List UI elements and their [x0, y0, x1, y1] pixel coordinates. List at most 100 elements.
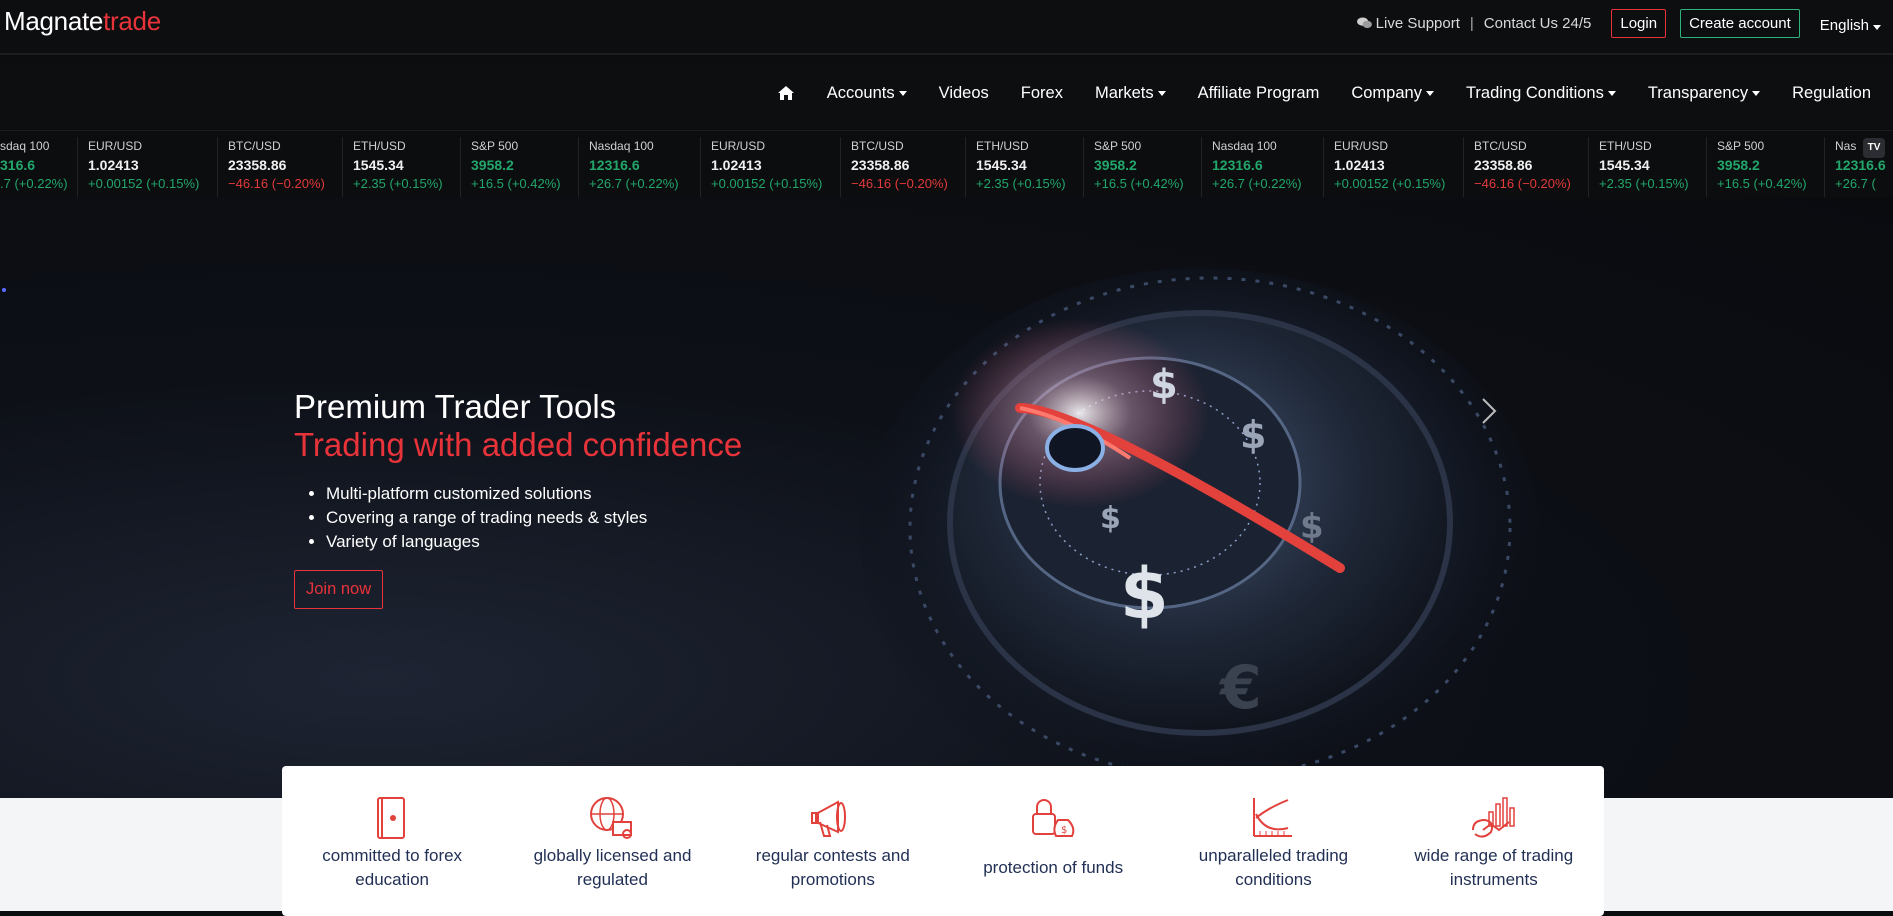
main-nav: Accounts Videos Forex Markets Affiliate Prog…: [777, 57, 1871, 129]
ticker-item[interactable]: BTC/USD 23358.86 −46.16 (−0.20%): [841, 137, 966, 197]
nav-item-videos[interactable]: Videos: [939, 84, 989, 103]
ticker-item[interactable]: S&P 500 3958.2 +16.5 (+0.42%): [1084, 137, 1202, 197]
create-account-button[interactable]: Create account: [1680, 9, 1800, 38]
nav-item-regulation[interactable]: Regulation: [1792, 84, 1871, 103]
ticker-price: 1545.34: [976, 157, 1027, 173]
megaphone-icon: [810, 800, 846, 837]
ticker-item[interactable]: BTC/USD 23358.86 −46.16 (−0.20%): [1464, 137, 1589, 197]
nav-item-accounts[interactable]: Accounts: [827, 84, 907, 103]
language-selector[interactable]: English: [1820, 17, 1881, 34]
nav-item-label: Affiliate Program: [1197, 83, 1320, 102]
hero-bullet-item: Covering a range of trading needs & styl…: [326, 506, 647, 530]
market-ticker: Nas 12316.6 +26.7 (S&P 500 3958.2 +16.5 (+0.…: [0, 130, 1893, 198]
feature-label-line1: unparalleled trading: [1198, 846, 1349, 865]
ticker-price: 12316.6: [1835, 157, 1886, 173]
ticker-change: +26.7 (: [1835, 176, 1876, 191]
nav-item-affiliate-program[interactable]: Affiliate Program: [1198, 84, 1320, 103]
chevron-down-icon: [1607, 90, 1616, 96]
feature-item[interactable]: unparalleled trading conditions: [1173, 794, 1373, 916]
ticker-symbol: ETH/USD: [353, 139, 406, 153]
tradingview-logo-icon[interactable]: TV: [1863, 138, 1885, 158]
nav-item-forex[interactable]: Forex: [1021, 84, 1063, 103]
ticker-change: .7 (+0.22%): [0, 176, 68, 191]
feature-item[interactable]: globally licensed and regulated: [512, 794, 712, 916]
ticker-price: 1545.34: [353, 157, 404, 173]
ticker-symbol: S&P 500: [1717, 139, 1765, 153]
nav-item-label: Company: [1351, 83, 1422, 102]
ticker-item[interactable]: S&P 500 3958.2 +16.5 (+0.42%): [1707, 137, 1825, 197]
top-right-links: Live Support | Contact Us 24/5 Login Cre…: [1356, 9, 1881, 38]
nav-item-label: Transparency: [1647, 83, 1749, 102]
ticker-symbol: S&P 500: [471, 139, 519, 153]
ticker-change: +0.00152 (+0.15%): [88, 176, 200, 191]
svg-text:$: $: [1120, 553, 1169, 635]
main-navbar: Accounts Videos Forex Markets Affiliate Prog…: [0, 57, 1893, 129]
feature-label-line2: regulated: [577, 870, 648, 889]
ticker-item[interactable]: sdaq 100 316.6 .7 (+0.22%): [0, 137, 78, 197]
feature-item[interactable]: regular contests and promotions: [733, 794, 933, 916]
nav-item-company[interactable]: Company: [1351, 84, 1434, 103]
chevron-down-icon: [1157, 90, 1166, 96]
live-support-link[interactable]: Live Support: [1356, 15, 1460, 32]
join-now-button[interactable]: Join now: [294, 570, 384, 609]
ticker-item[interactable]: ETH/USD 1545.34 +2.35 (+0.15%): [343, 137, 461, 197]
chart-growth-icon: [1253, 798, 1293, 837]
ticker-item[interactable]: Nasdaq 100 12316.6 +26.7 (+0.22%): [579, 137, 701, 197]
hero-title: Premium Trader Tools: [294, 388, 617, 425]
ticker-item[interactable]: ETH/USD 1545.34 +2.35 (+0.15%): [966, 137, 1084, 197]
hero-subtitle: Trading with added confidence: [294, 426, 743, 463]
feature-label-line1: committed to forex: [322, 846, 463, 865]
chevron-down-icon: [1425, 90, 1434, 96]
nav-item-label: Forex: [1020, 83, 1063, 102]
ticker-item[interactable]: S&P 500 3958.2 +16.5 (+0.42%): [461, 137, 579, 197]
nav-item-transparency[interactable]: Transparency: [1647, 83, 1761, 103]
feature-label-line2: instruments: [1449, 870, 1538, 889]
ticker-item[interactable]: Nasdaq 100 12316.6 +26.7 (+0.22%): [1202, 137, 1324, 197]
nav-item-label: Accounts: [826, 83, 895, 102]
nav-item-trading-conditions[interactable]: Trading Conditions: [1466, 84, 1616, 103]
ticker-symbol: EUR/USD: [88, 139, 143, 153]
svg-text:€: €: [1218, 653, 1262, 723]
ticker-item[interactable]: EUR/USD 1.02413 +0.00152 (+0.15%): [78, 137, 218, 197]
hero-bullet-item: Multi-platform customized solutions: [326, 482, 647, 506]
features-strip: committed to forex education globally lice…: [282, 766, 1604, 916]
ticker-symbol: S&P 500: [1094, 139, 1142, 153]
ticker-price: 3958.2: [1094, 157, 1137, 173]
nav-item-markets[interactable]: Markets: [1095, 84, 1166, 103]
ticker-symbol: Nasdaq 100: [589, 139, 654, 153]
feature-item[interactable]: committed to forex education: [292, 794, 492, 916]
svg-text:$: $: [1061, 825, 1067, 836]
ticker-symbol: Nasdaq 100: [1212, 139, 1277, 153]
ticker-symbol: sdaq 100: [0, 139, 50, 153]
carousel-next-arrow-icon[interactable]: [1480, 396, 1498, 426]
ticker-item[interactable]: ETH/USD 1545.34 +2.35 (+0.15%): [1589, 137, 1707, 197]
globe-certificate-icon: [590, 797, 633, 839]
speedometer-graphic: $ € $ $ $ $: [860, 268, 1540, 798]
chevron-down-icon: [1873, 25, 1881, 30]
nav-home[interactable]: [777, 85, 795, 101]
book-icon: [377, 797, 406, 839]
ticker-symbol: ETH/USD: [1599, 139, 1652, 153]
feature-item[interactable]: wide range of trading instruments: [1394, 794, 1594, 916]
ticker-change: +16.5 (+0.42%): [471, 176, 561, 191]
feature-label-line2: education: [355, 870, 430, 889]
ticker-symbol: BTC/USD: [1474, 139, 1527, 153]
contact-link[interactable]: Contact Us 24/5: [1484, 15, 1592, 32]
hero-bullet-item: Variety of languages: [326, 530, 647, 554]
ticker-price: 1.02413: [88, 157, 139, 173]
live-support-label: Live Support: [1375, 15, 1460, 32]
brand-logo[interactable]: Magnatetrade: [4, 6, 161, 37]
ticker-item[interactable]: BTC/USD 23358.86 −46.16 (−0.20%): [218, 137, 343, 197]
ticker-change: +0.00152 (+0.15%): [711, 176, 823, 191]
ticker-change: +2.35 (+0.15%): [353, 176, 443, 191]
ticker-symbol: BTC/USD: [851, 139, 904, 153]
login-button[interactable]: Login: [1611, 9, 1667, 38]
feature-item[interactable]: $ protection of funds: [953, 794, 1153, 916]
ticker-item[interactable]: EUR/USD 1.02413 +0.00152 (+0.15%): [1324, 137, 1464, 197]
ticker-price: 3958.2: [471, 157, 514, 173]
lock-moneybag-icon: $: [1032, 799, 1075, 837]
chevron-down-icon: [1752, 90, 1761, 96]
svg-text:$: $: [1300, 507, 1324, 547]
ticker-item[interactable]: EUR/USD 1.02413 +0.00152 (+0.15%): [701, 137, 841, 197]
ticker-price: 12316.6: [589, 157, 640, 173]
